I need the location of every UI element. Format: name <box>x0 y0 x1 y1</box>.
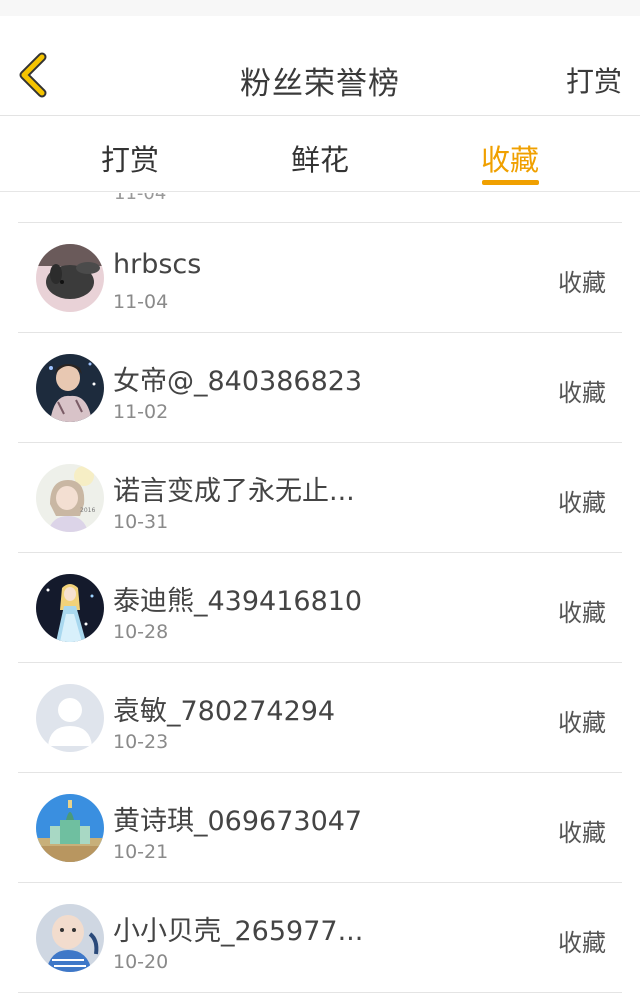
list-item[interactable]: 袁敏_780274294 10-23 收藏 <box>18 663 622 773</box>
list-item-partial[interactable]: 11-04 <box>18 193 622 223</box>
baby-avatar-icon <box>36 904 104 972</box>
list-item-name: 袁敏_780274294 <box>113 696 336 727</box>
tab-bar: 打赏 鲜花 收藏 <box>0 117 640 192</box>
list-item[interactable]: 女帝@_840386823 11-02 收藏 <box>18 333 622 443</box>
rabbit-avatar-icon <box>36 244 104 312</box>
list-item-date: 10-21 <box>113 841 169 863</box>
reward-button[interactable]: 打赏 <box>566 60 622 100</box>
list-item-name: 黄诗琪_069673047 <box>113 806 363 837</box>
default-user-avatar-icon <box>36 684 104 752</box>
status-bar <box>0 0 640 16</box>
tab-flowers[interactable]: 鲜花 <box>260 137 380 179</box>
list-item-name: 女帝@_840386823 <box>113 366 363 397</box>
list-item-action: 收藏 <box>558 269 606 297</box>
list-item[interactable]: 2016 诺言变成了永无止... 10-31 收藏 <box>18 443 622 553</box>
avatar <box>36 244 104 312</box>
person-avatar-icon <box>36 354 104 422</box>
church-avatar-icon <box>36 794 104 862</box>
list-item-date: 10-20 <box>113 951 169 973</box>
avatar <box>36 684 104 752</box>
list-item[interactable]: hrbscs 11-04 收藏 <box>18 223 622 333</box>
list-item-name: 泰迪熊_439416810 <box>113 586 363 617</box>
tab-favorites[interactable]: 收藏 <box>450 137 570 179</box>
list-item-action: 收藏 <box>558 709 606 737</box>
list-item-date: 11-04 <box>114 193 167 204</box>
list-item-date: 11-04 <box>113 291 169 313</box>
list-item[interactable]: 小小贝壳_265977... 10-20 收藏 <box>18 883 622 993</box>
list-item[interactable]: 黄诗琪_069673047 10-21 收藏 <box>18 773 622 883</box>
list-item-name: hrbscs <box>113 249 202 280</box>
list-item-action: 收藏 <box>558 489 606 517</box>
avatar <box>36 904 104 972</box>
list-item-date: 10-31 <box>113 511 169 533</box>
page-title: 粉丝荣誉榜 <box>240 66 400 102</box>
list-item[interactable]: 泰迪熊_439416810 10-28 收藏 <box>18 553 622 663</box>
list-item-name: 小小贝壳_265977... <box>113 916 364 947</box>
avatar <box>36 574 104 642</box>
tab-reward[interactable]: 打赏 <box>70 137 190 179</box>
svg-text:2016: 2016 <box>80 507 95 514</box>
list-item-action: 收藏 <box>558 379 606 407</box>
list-item-name: 诺言变成了永无止... <box>113 476 355 507</box>
girl-avatar-icon: 2016 <box>36 464 104 532</box>
avatar <box>36 794 104 862</box>
list-item-date: 10-28 <box>113 621 169 643</box>
avatar <box>36 354 104 422</box>
app-header: 粉丝荣誉榜 打赏 <box>0 16 640 116</box>
active-tab-indicator <box>482 180 539 185</box>
list-item-date: 10-23 <box>113 731 169 753</box>
list-item-action: 收藏 <box>558 929 606 957</box>
list-item-date: 11-02 <box>113 401 169 423</box>
list-item-action: 收藏 <box>558 819 606 847</box>
fan-list[interactable]: 11-04 hrbscs 11-04 收藏 女帝@_840386823 11-0… <box>0 193 640 1003</box>
avatar: 2016 <box>36 464 104 532</box>
list-item-action: 收藏 <box>558 599 606 627</box>
princess-avatar-icon <box>36 574 104 642</box>
